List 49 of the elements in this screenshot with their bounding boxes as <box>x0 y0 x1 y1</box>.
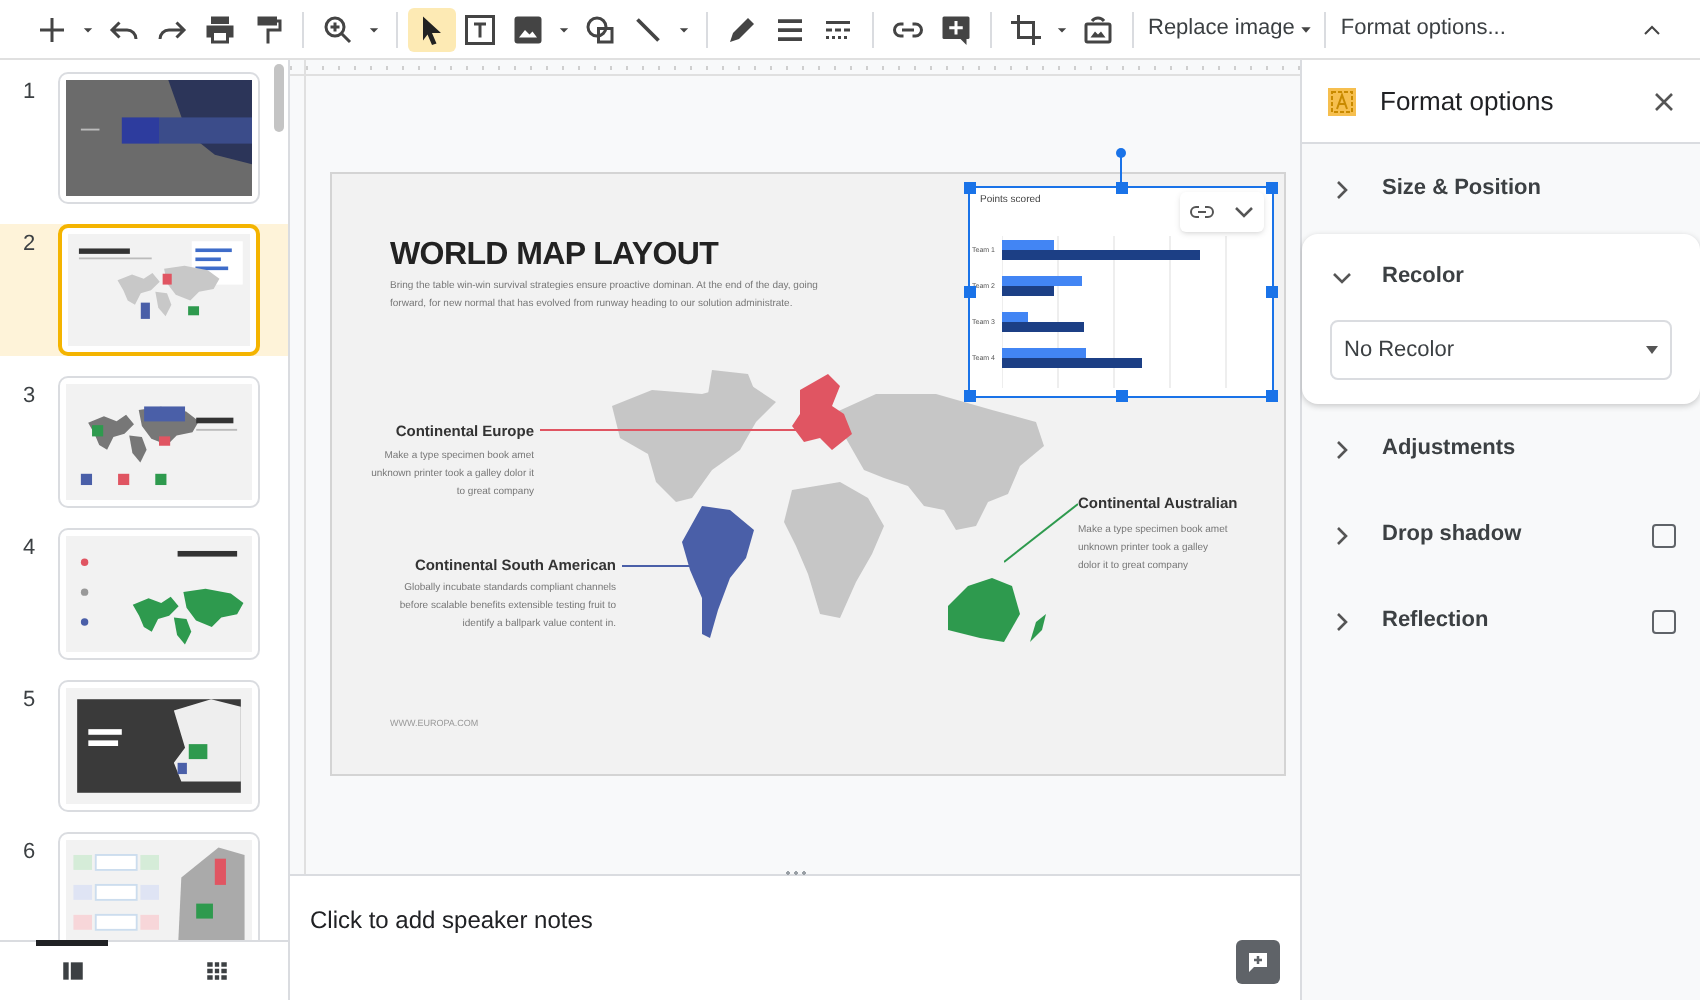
chevron-right-icon <box>1332 611 1352 631</box>
resize-handle[interactable] <box>784 870 808 876</box>
slide-thumbnail[interactable] <box>58 72 260 204</box>
chevron-right-icon <box>1332 439 1352 459</box>
format-options-button[interactable]: Format options... <box>1336 12 1510 46</box>
chevron-down-icon <box>1332 267 1352 287</box>
section-header[interactable]: Reflection <box>1332 604 1652 638</box>
format-icon <box>1328 87 1356 115</box>
checkbox[interactable] <box>1652 609 1676 633</box>
resize-handle[interactable] <box>964 390 976 402</box>
resize-handle[interactable] <box>1115 182 1127 194</box>
slide-number: 6 <box>20 838 38 868</box>
resize-handle[interactable] <box>1266 182 1278 194</box>
comment-plus-icon[interactable] <box>1236 940 1280 984</box>
section-header[interactable]: Recolor <box>1332 260 1676 294</box>
slide-thumbnail[interactable] <box>58 528 260 660</box>
slide-thumbnail[interactable] <box>58 832 260 940</box>
replace-image-menu[interactable]: Replace image <box>1144 12 1299 46</box>
section-header[interactable]: Size & Position <box>1332 172 1676 206</box>
slide-number: 5 <box>20 686 38 716</box>
chevron-down-icon[interactable] <box>1234 204 1254 220</box>
slide-thumbnail[interactable] <box>58 224 260 356</box>
chevron-right-icon <box>1332 179 1352 199</box>
slide-title: WORLD MAP LAYOUT <box>390 240 719 272</box>
rotate-handle[interactable] <box>1116 148 1126 186</box>
slide-thumbnail[interactable] <box>58 376 260 508</box>
slide-number: 4 <box>20 534 38 564</box>
section-header[interactable]: Adjustments <box>1332 432 1676 466</box>
resize-handle[interactable] <box>1266 390 1278 402</box>
resize-handle[interactable] <box>964 286 976 298</box>
recolor-dropdown[interactable]: No Recolor <box>1330 320 1672 380</box>
chevron-right-icon <box>1332 525 1352 545</box>
resize-handle[interactable] <box>964 182 976 194</box>
slide-number: 3 <box>20 382 38 412</box>
cursor-icon[interactable] <box>408 7 456 51</box>
resize-handle[interactable] <box>1115 390 1127 402</box>
section-header[interactable]: Drop shadow <box>1332 518 1652 552</box>
checkbox[interactable] <box>1652 523 1676 547</box>
slide-number: 2 <box>20 230 38 260</box>
scrollbar[interactable] <box>274 64 284 132</box>
resize-handle[interactable] <box>1266 286 1278 298</box>
close-icon[interactable] <box>1654 91 1674 111</box>
speaker-notes-field[interactable]: Click to add speaker notes <box>310 902 593 938</box>
panel-title: Format options <box>1380 83 1556 120</box>
caret-icon <box>1298 21 1315 37</box>
link-icon[interactable] <box>1190 204 1214 220</box>
dropdown-arrow-icon <box>1646 346 1658 354</box>
slide-thumbnail[interactable] <box>58 680 260 812</box>
slide-number: 1 <box>20 78 38 108</box>
